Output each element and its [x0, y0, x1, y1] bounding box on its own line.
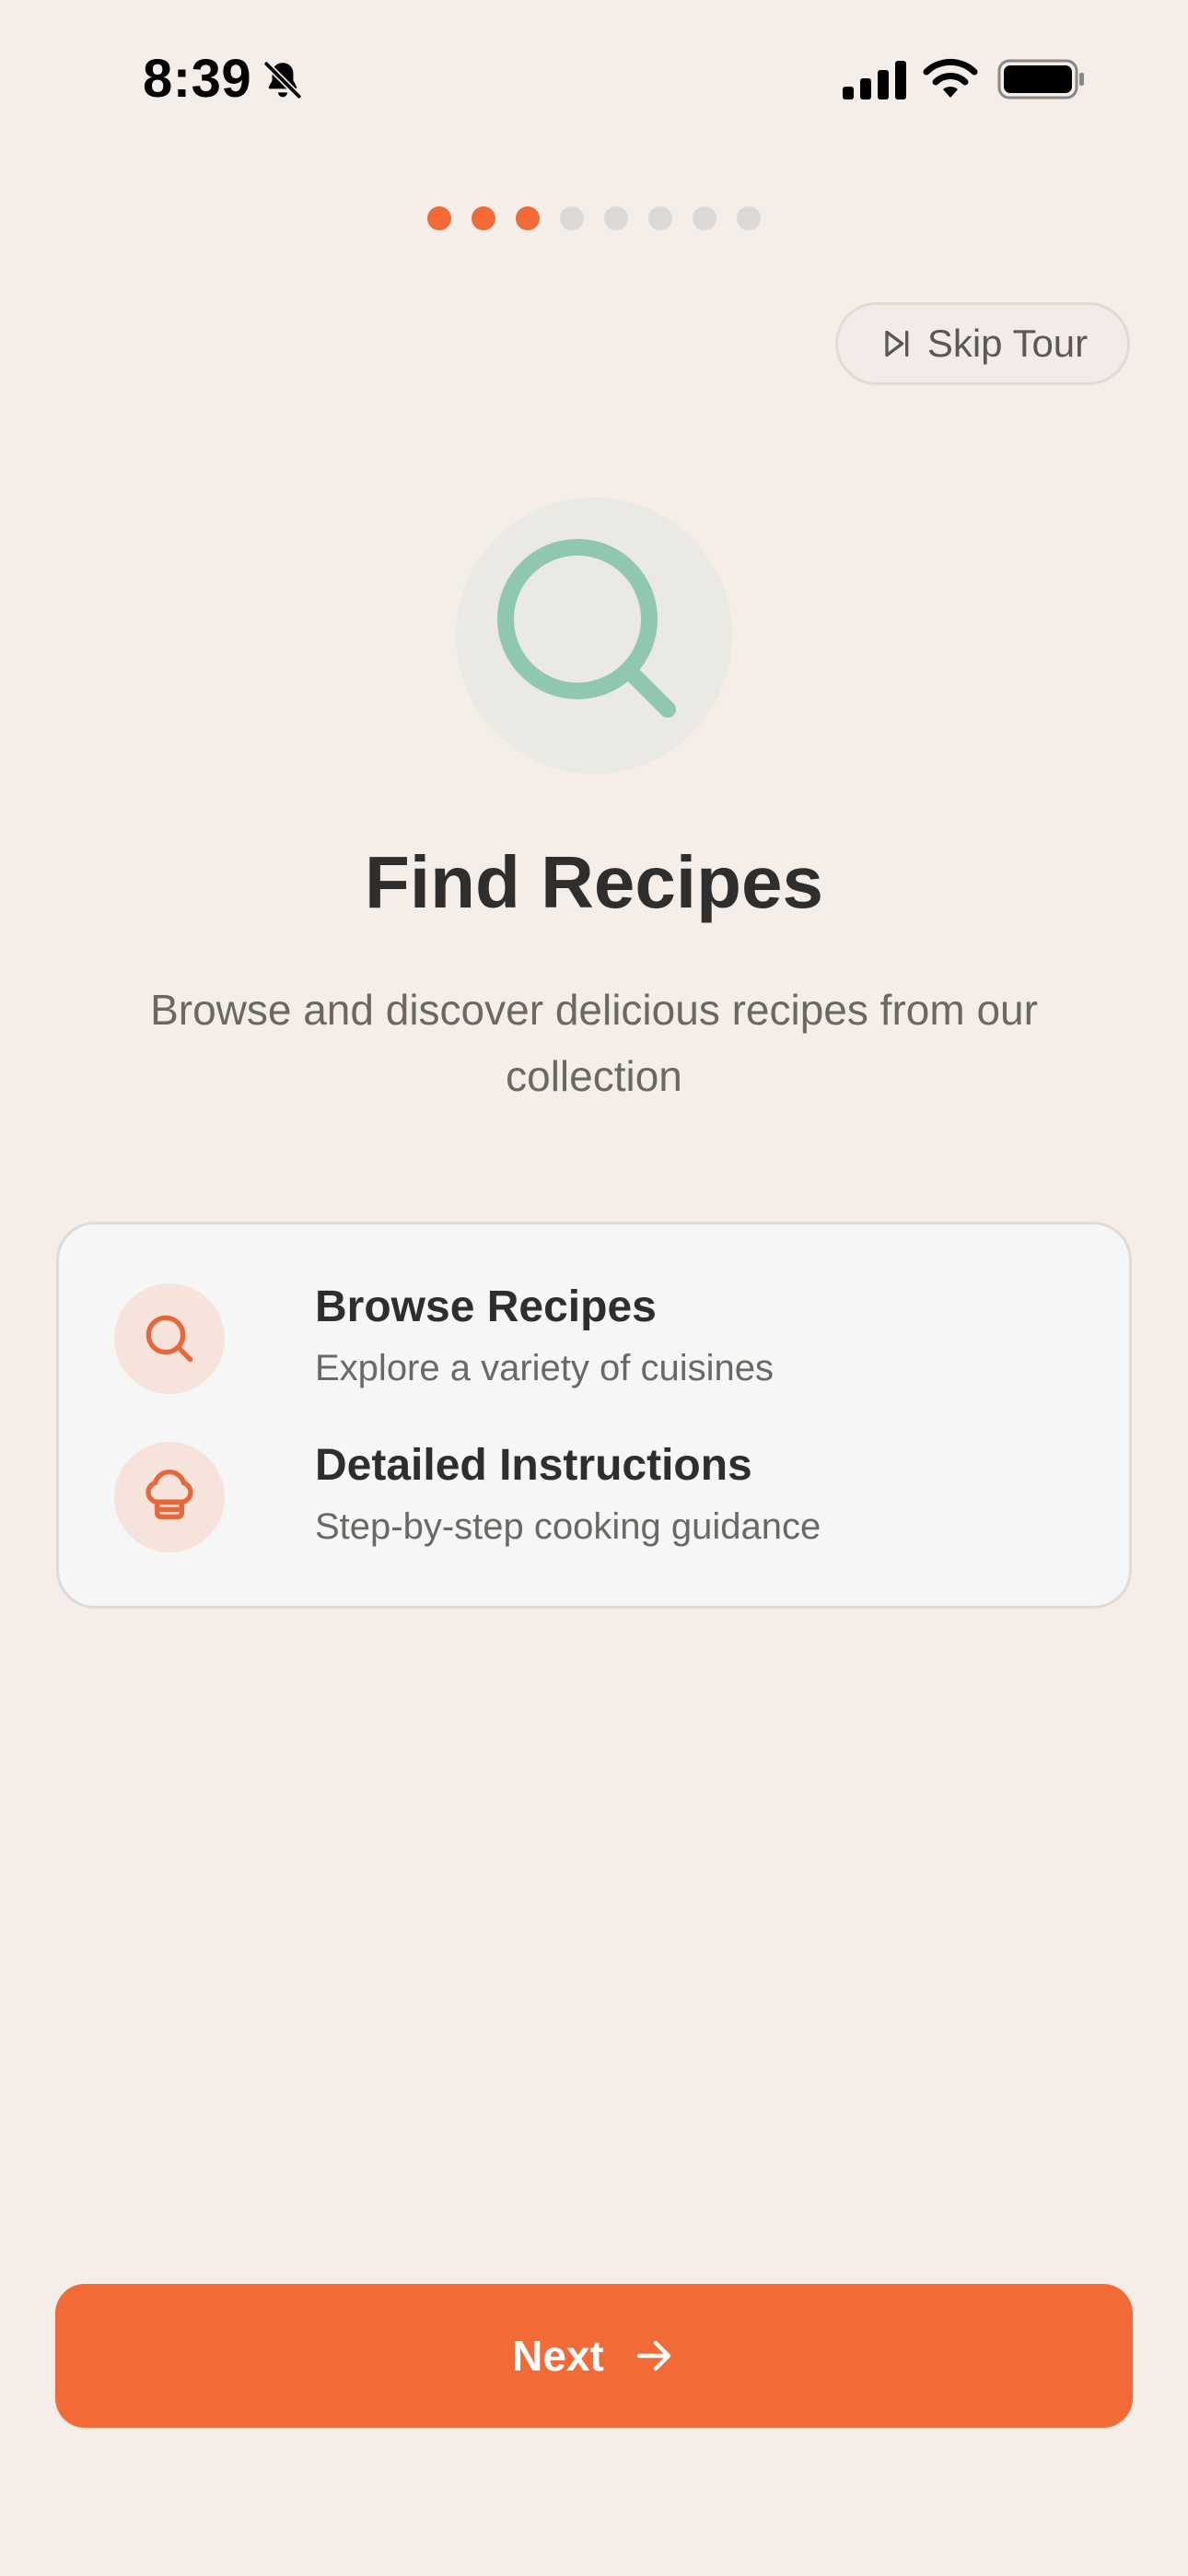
hero-icon-circle [456, 498, 732, 774]
bell-slash-icon [263, 61, 302, 100]
feature-item: Browse Recipes Explore a variety of cuis… [114, 1282, 1109, 1398]
feature-title: Detailed Instructions [315, 1441, 752, 1490]
feature-icon-circle [114, 1442, 225, 1552]
page-dot [648, 206, 672, 230]
status-time: 8:39 [143, 49, 252, 109]
page-dot-active [472, 206, 495, 230]
skip-tour-label: Skip Tour [926, 322, 1089, 365]
feature-item: Detailed Instructions Step-by-step cooki… [114, 1441, 1109, 1556]
skip-forward-icon [885, 330, 909, 357]
battery-icon [997, 59, 1084, 100]
next-button[interactable]: Next [55, 2284, 1133, 2428]
page-dot [737, 206, 761, 230]
page-indicator [0, 206, 1188, 230]
cellular-signal-icon [843, 61, 906, 100]
page-dot [604, 206, 628, 230]
page-subtitle: Browse and discover delicious recipes fr… [150, 986, 1038, 1100]
search-icon [497, 539, 676, 718]
feature-title: Browse Recipes [315, 1282, 657, 1331]
feature-description: Step-by-step cooking guidance [315, 1506, 821, 1547]
status-bar: 8:39 [0, 0, 1188, 166]
arrow-right-icon [636, 2340, 671, 2371]
page-title: Find Recipes [365, 841, 823, 923]
page-dot-active [427, 206, 451, 230]
search-icon [146, 1315, 193, 1363]
next-button-label: Next [512, 2332, 604, 2380]
page-dot [560, 206, 584, 230]
feature-description: Explore a variety of cuisines [315, 1348, 775, 1388]
page-dot-active [516, 206, 540, 230]
feature-card: Browse Recipes Explore a variety of cuis… [56, 1222, 1132, 1609]
skip-tour-button[interactable]: Skip Tour [835, 302, 1130, 385]
wifi-icon [923, 58, 978, 98]
page-dot [693, 206, 716, 230]
feature-icon-circle [114, 1283, 225, 1394]
chef-hat-icon [146, 1469, 193, 1519]
